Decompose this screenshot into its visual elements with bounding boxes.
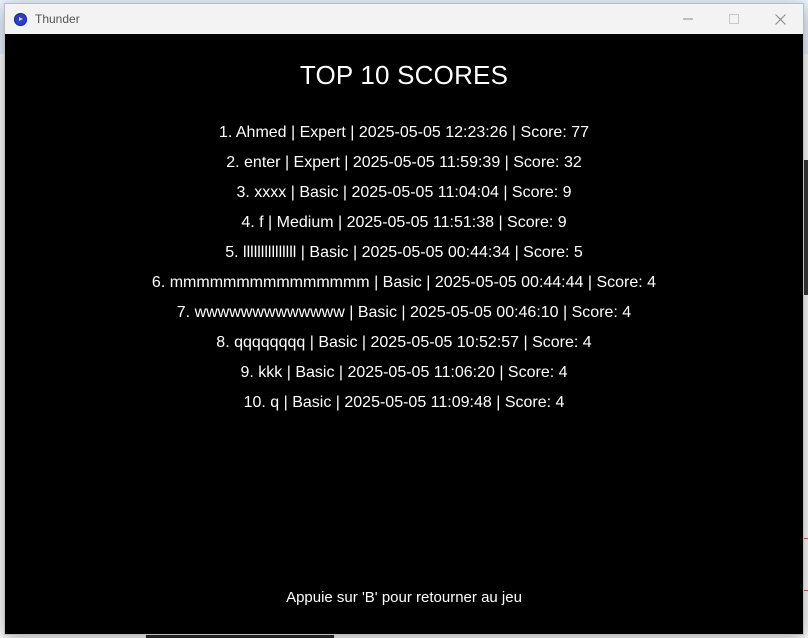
app-icon — [14, 12, 27, 26]
score-row: 5. lllllllllllllll | Basic | 2025-05-05 … — [225, 244, 583, 261]
maximize-icon — [729, 14, 739, 24]
game-canvas[interactable]: TOP 10 SCORES 1. Ahmed | Expert | 2025-0… — [5, 34, 803, 634]
score-row: 1. Ahmed | Expert | 2025-05-05 12:23:26 … — [218, 124, 590, 141]
thunder-window: Thunder TOP 10 SCORES 1. Ahmed | Expert … — [4, 3, 804, 635]
background-app-panel — [804, 160, 808, 295]
close-button[interactable] — [757, 4, 803, 34]
maximize-button[interactable] — [711, 4, 757, 34]
score-row: 4. f | Medium | 2025-05-05 11:51:38 | Sc… — [241, 214, 567, 231]
close-icon — [774, 13, 786, 25]
minimize-icon — [683, 18, 693, 20]
score-row: 8. qqqqqqqq | Basic | 2025-05-05 10:52:5… — [216, 334, 592, 351]
window-titlebar[interactable]: Thunder — [5, 4, 803, 34]
background-divider — [804, 590, 808, 591]
score-row: 10. q | Basic | 2025-05-05 11:09:48 | Sc… — [243, 394, 565, 411]
return-hint: Appuie sur 'B' pour retourner au jeu — [286, 589, 522, 606]
page-title: TOP 10 SCORES — [299, 60, 509, 90]
background-divider — [804, 538, 808, 539]
window-title: Thunder — [35, 12, 80, 26]
score-row: 2. enter | Expert | 2025-05-05 11:59:39 … — [226, 154, 582, 171]
score-row: 6. mmmmmmmmmmmmmmm | Basic | 2025-05-05 … — [151, 274, 657, 291]
window-controls — [665, 4, 803, 34]
minimize-button[interactable] — [665, 4, 711, 34]
score-row: 9. kkk | Basic | 2025-05-05 11:06:20 | S… — [240, 364, 568, 381]
score-list: 1. Ahmed | Expert | 2025-05-05 12:23:26 … — [5, 118, 803, 418]
score-row: 7. wwwwwwwwwwwww | Basic | 2025-05-05 00… — [176, 304, 632, 321]
score-row: 3. xxxx | Basic | 2025-05-05 11:04:04 | … — [236, 184, 572, 201]
